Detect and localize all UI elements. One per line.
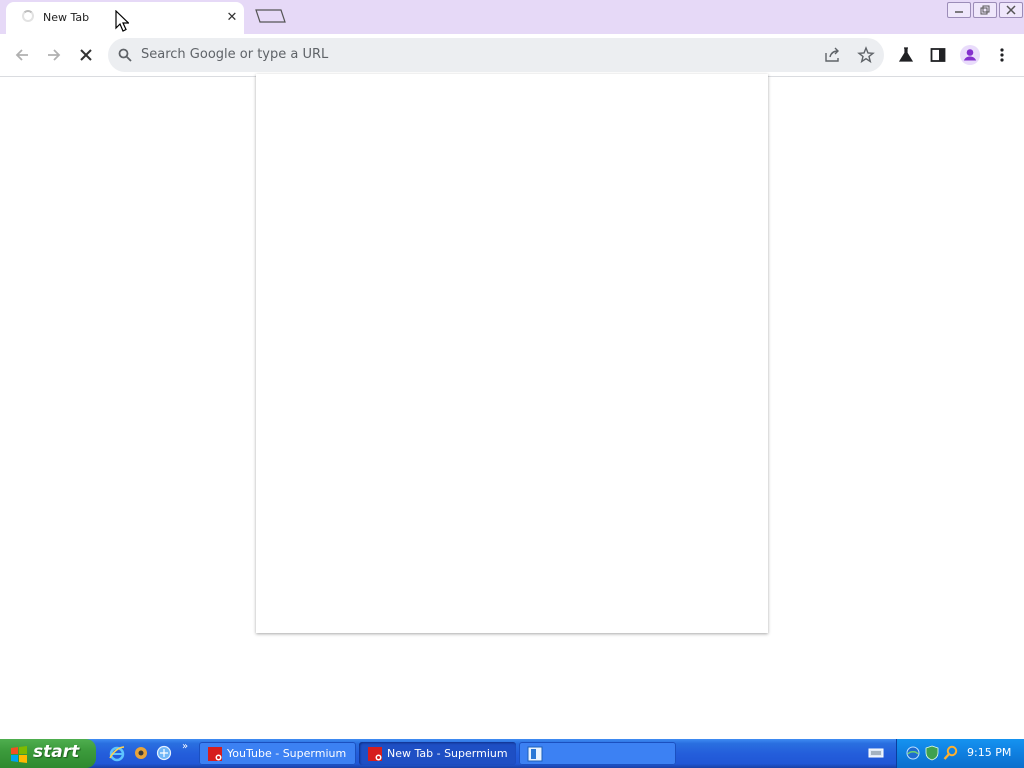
- address-bar[interactable]: Search Google or type a URL: [108, 38, 884, 72]
- system-tray: 9:15 PM: [896, 739, 1024, 768]
- menu-kebab-icon[interactable]: [991, 44, 1013, 66]
- task-label: New Tab - Supermium: [387, 747, 508, 760]
- task-youtube-supermium[interactable]: YouTube - Supermium: [199, 742, 356, 765]
- close-window-button[interactable]: [999, 2, 1023, 18]
- internet-explorer-icon[interactable]: [108, 744, 126, 762]
- search-icon: [118, 48, 132, 62]
- network-icon[interactable]: [905, 745, 921, 761]
- stop-icon[interactable]: [75, 44, 97, 66]
- media-player-icon[interactable]: [132, 744, 150, 762]
- magnifier-tray-icon[interactable]: [943, 745, 959, 761]
- profile-icon[interactable]: [959, 44, 981, 66]
- explorer-window-icon: [527, 746, 543, 762]
- task-label: YouTube - Supermium: [227, 747, 347, 760]
- windows-logo-icon: [11, 746, 27, 763]
- loading-spinner-icon: [22, 10, 34, 22]
- minimize-button[interactable]: [947, 2, 971, 18]
- browser-toolbar: Search Google or type a URL: [0, 34, 1024, 77]
- task-explorer-window[interactable]: [519, 742, 676, 765]
- taskbar: start » YouTube - Supermium New Tab - Su…: [0, 739, 1024, 768]
- supermium-icon: [368, 747, 382, 761]
- window-controls: [946, 0, 1024, 18]
- labs-flask-icon[interactable]: [895, 44, 917, 66]
- task-new-tab-supermium[interactable]: New Tab - Supermium: [359, 742, 516, 765]
- forward-arrow-icon[interactable]: [43, 44, 65, 66]
- show-desktop-icon[interactable]: [155, 744, 173, 762]
- back-arrow-icon[interactable]: [11, 44, 33, 66]
- keyboard-language-icon[interactable]: [868, 747, 884, 759]
- mouse-cursor-icon: [115, 10, 129, 32]
- tab-strip: New Tab ✕: [0, 0, 1024, 34]
- side-panel-icon[interactable]: [927, 44, 949, 66]
- start-button[interactable]: start: [0, 739, 96, 768]
- tab-title: New Tab: [43, 11, 90, 24]
- start-label: start: [33, 742, 80, 762]
- star-icon[interactable]: [857, 46, 875, 64]
- address-placeholder: Search Google or type a URL: [141, 47, 329, 62]
- share-icon[interactable]: [824, 47, 842, 63]
- blank-dialog-panel: [256, 74, 768, 633]
- tab-close-icon[interactable]: ✕: [224, 10, 240, 26]
- security-shield-icon[interactable]: [924, 745, 940, 761]
- supermium-icon: [208, 747, 222, 761]
- clock: 9:15 PM: [967, 746, 1012, 759]
- restore-button[interactable]: [973, 2, 997, 18]
- quick-launch-more-icon[interactable]: »: [182, 741, 188, 752]
- new-tab-button[interactable]: [253, 8, 287, 24]
- page-content: [0, 74, 1024, 739]
